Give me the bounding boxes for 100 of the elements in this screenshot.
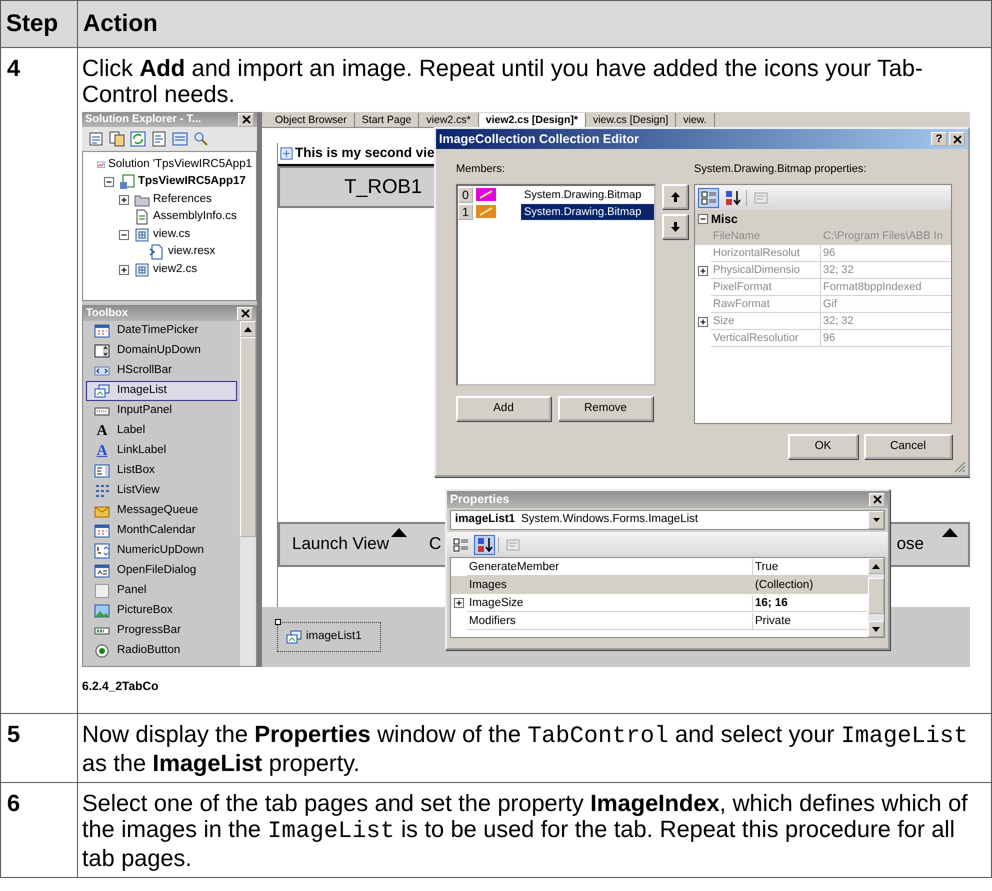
tree-item[interactable]: References [153, 192, 212, 207]
column-header: Step [0, 0, 78, 48]
scrollbar[interactable] [868, 558, 884, 637]
close-icon [952, 134, 962, 144]
panel-title: Toolbox [86, 306, 128, 320]
toolbox-item[interactable]: A Label [86, 421, 237, 441]
dropdown-button[interactable] [868, 511, 884, 529]
tree-item[interactable]: view2.cs [153, 262, 198, 277]
move-up-button[interactable] [662, 184, 688, 210]
document-tab[interactable]: Start Page [354, 113, 420, 127]
scroll-up-icon[interactable] [244, 326, 252, 332]
toolbox-item[interactable]: HScrollBar [86, 361, 237, 381]
member-item[interactable]: System.Drawing.Bitmap [521, 204, 654, 220]
expand-icon[interactable] [696, 264, 710, 278]
toolbox-item[interactable]: NumericUpDown [86, 541, 237, 561]
property-value: 32; 32 [821, 262, 951, 280]
property-value: 32; 32 [821, 313, 951, 330]
resize-grip-icon[interactable] [954, 461, 966, 473]
close-button[interactable] [238, 112, 254, 126]
property-name: Modifiers [467, 612, 753, 630]
object-selector[interactable]: imageList1 System.Windows.Forms.ImageList [450, 510, 885, 530]
property-value: C:\Program Files\ABB In [821, 228, 951, 246]
spin-box-icon [94, 343, 110, 359]
toolbox-item[interactable]: OpenFileDialog [86, 561, 237, 581]
toolbox-item[interactable]: InputPanel [86, 401, 237, 421]
scrollbar-thumb[interactable] [868, 578, 884, 614]
picture-icon [94, 603, 110, 619]
property-row[interactable]: Modifiers Private [451, 612, 868, 630]
expand-icon[interactable] [117, 262, 131, 277]
toolbox-item[interactable]: DateTimePicker [86, 321, 237, 341]
image-stack-icon [94, 383, 110, 399]
tab-label: T_ROB1 [343, 175, 423, 199]
help-button[interactable]: ? [931, 132, 947, 146]
toolbox-item[interactable]: ListBox [86, 461, 237, 481]
toolbox-item[interactable]: RadioButton [86, 641, 237, 661]
tray-component[interactable]: imageList1 [277, 622, 381, 652]
step-number: 5 [0, 714, 78, 782]
scroll-up-icon[interactable] [872, 564, 880, 568]
collapse-icon[interactable] [696, 212, 710, 226]
close-button[interactable] [869, 492, 885, 506]
member-item[interactable]: System.Drawing.Bitmap [521, 186, 654, 203]
toolbar-button[interactable] [474, 534, 495, 554]
class-diagram-icon[interactable] [193, 131, 209, 147]
copy-icon[interactable] [109, 131, 125, 147]
properties-icon[interactable] [88, 131, 104, 147]
object-name: imageList1 [455, 513, 516, 527]
radio-button-icon [94, 643, 110, 659]
close-button[interactable] [949, 132, 965, 146]
property-row[interactable]: ImageSize 16; 16 [451, 594, 868, 612]
toolbox-item[interactable]: MessageQueue [86, 501, 237, 521]
scroll-down-icon[interactable] [872, 626, 880, 632]
add-button[interactable]: Add [456, 396, 551, 422]
tree-item[interactable]: AssemblyInfo.cs [153, 210, 237, 224]
expand-icon[interactable] [452, 596, 466, 610]
close-icon [242, 115, 250, 124]
scrollbar-thumb[interactable] [240, 337, 256, 537]
step-number: 6 [0, 782, 78, 878]
property-name: Images [467, 576, 753, 594]
toolbox-item[interactable]: MonthCalendar [86, 521, 237, 541]
tree-item[interactable]: view.resx [168, 245, 216, 260]
toolbox-item[interactable]: ImageList [86, 381, 237, 401]
collapse-icon[interactable] [117, 228, 131, 242]
property-name: ImageSize [467, 594, 753, 612]
collapse-icon[interactable] [102, 175, 116, 190]
selection-handle[interactable] [275, 619, 281, 625]
letter-icon: A [94, 423, 110, 439]
toolbox-item[interactable]: DomainUpDown [86, 341, 237, 361]
tree-item[interactable]: view.cs [153, 228, 190, 242]
move-down-button[interactable] [662, 214, 688, 240]
arrow-up-icon [670, 192, 680, 202]
tree-item[interactable]: Solution 'TpsViewIRC5App1 [108, 158, 252, 172]
cancel-button[interactable]: Cancel [864, 434, 952, 460]
expand-icon[interactable] [117, 192, 131, 207]
project-icon [119, 174, 135, 190]
ok-button[interactable]: OK [788, 434, 858, 460]
sort-icon [476, 536, 492, 552]
list-box-icon [94, 463, 110, 479]
toolbox-item[interactable]: ProgressBar [86, 621, 237, 641]
step-text: Click Add and import an image. Repeat until you have added the icons your Tab-Control needs. [82, 55, 924, 107]
document-tab[interactable]: view2.cs [Design]* [478, 113, 586, 127]
property-row[interactable]: Images (Collection) [451, 576, 868, 594]
tab-label: Launch View [292, 534, 390, 555]
property-pages-icon [752, 190, 768, 206]
toolbox-item[interactable]: A LinkLabel [86, 441, 237, 461]
toolbar-button[interactable] [698, 188, 719, 208]
document-tab[interactable]: Object Browser [268, 113, 355, 127]
scrollbar[interactable] [240, 321, 256, 666]
expand-icon[interactable] [696, 314, 710, 329]
categorized-icon [452, 536, 468, 552]
code-icon[interactable] [151, 131, 167, 147]
toolbox-item[interactable]: ListView [86, 481, 237, 501]
refresh-icon[interactable] [130, 131, 146, 147]
toolbox-item[interactable]: PictureBox [86, 601, 237, 621]
remove-button[interactable]: Remove [558, 396, 653, 422]
property-name: PhysicalDimensio [711, 262, 821, 280]
tree-item[interactable]: TpsViewIRC5App17 [138, 175, 246, 190]
open-dialog-icon [94, 563, 110, 579]
toolbox-item[interactable]: Panel [86, 581, 237, 601]
designer-icon[interactable] [172, 131, 188, 147]
close-button[interactable] [237, 306, 253, 320]
